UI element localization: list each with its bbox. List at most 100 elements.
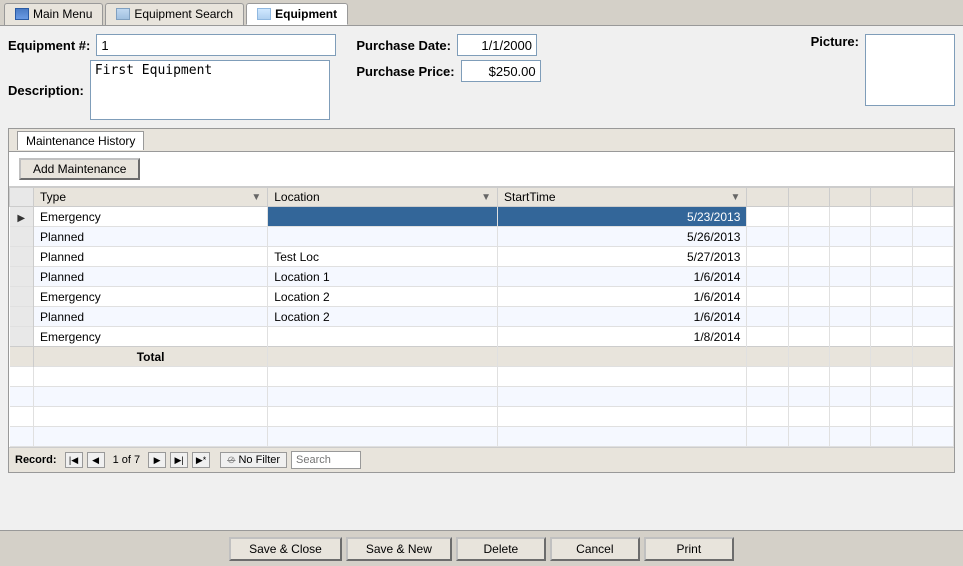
cell-extra (912, 267, 953, 287)
cell-starttime: 5/27/2013 (497, 247, 746, 267)
row-selector (10, 207, 34, 227)
total-extra (268, 347, 498, 367)
cell-type: Planned (34, 307, 268, 327)
type-sort-icon: ▼ (251, 192, 261, 203)
search-input[interactable] (291, 451, 361, 469)
nav-new-button[interactable]: ▶* (192, 452, 210, 468)
cell-type: Emergency (34, 327, 268, 347)
cell-extra (830, 207, 871, 227)
nav-first-button[interactable]: |◀ (65, 452, 83, 468)
delete-button[interactable]: Delete (456, 537, 546, 561)
row-selector (10, 267, 34, 287)
cell-location (268, 327, 498, 347)
col-extra-3 (830, 188, 871, 207)
cell-extra (912, 327, 953, 347)
tab-equipment[interactable]: Equipment (246, 3, 348, 25)
table-row[interactable]: PlannedLocation 11/6/2014 (10, 267, 954, 287)
col-starttime-header[interactable]: StartTime ▼ (497, 188, 746, 207)
equipment-num-input[interactable] (96, 34, 336, 56)
location-sort-icon: ▼ (481, 192, 491, 203)
no-filter-button[interactable]: ⊘ No Filter (220, 452, 287, 468)
table-row[interactable]: Emergency1/8/2014 (10, 327, 954, 347)
cell-type: Planned (34, 227, 268, 247)
cell-extra (747, 247, 788, 267)
table-row[interactable]: PlannedTest Loc5/27/2013 (10, 247, 954, 267)
middle-fields: Purchase Date: Purchase Price: (356, 34, 540, 86)
bottom-bar: Save & Close Save & New Delete Cancel Pr… (0, 530, 963, 566)
cell-extra (871, 287, 912, 307)
tab-main-menu[interactable]: Main Menu (4, 3, 103, 25)
cell-starttime: 1/6/2014 (497, 267, 746, 287)
cell-type: Emergency (34, 207, 268, 227)
col-extra-5 (912, 188, 953, 207)
description-input[interactable]: First Equipment (90, 60, 330, 120)
cell-extra (788, 247, 829, 267)
cell-location: Location 1 (268, 267, 498, 287)
cell-extra (912, 227, 953, 247)
cell-extra (747, 307, 788, 327)
cell-extra (788, 287, 829, 307)
col-location-header[interactable]: Location ▼ (268, 188, 498, 207)
total-extra (912, 347, 953, 367)
tab-equipment-search[interactable]: Equipment Search (105, 3, 244, 25)
cell-type: Emergency (34, 287, 268, 307)
purchase-date-row: Purchase Date: (356, 34, 540, 56)
col-selector-header (10, 188, 34, 207)
table-row[interactable]: Emergency5/23/2013 (10, 207, 954, 227)
panel-content: Add Maintenance Type ▼ (9, 152, 954, 472)
tab-bar: Main Menu Equipment Search Equipment (0, 0, 963, 26)
print-button[interactable]: Print (644, 537, 734, 561)
nav-prev-button[interactable]: ◀ (87, 452, 105, 468)
cancel-button[interactable]: Cancel (550, 537, 640, 561)
cell-extra (788, 307, 829, 327)
picture-section: Picture: (811, 34, 955, 106)
save-close-button[interactable]: Save & Close (229, 537, 342, 561)
cell-extra (788, 327, 829, 347)
cell-starttime: 1/6/2014 (497, 307, 746, 327)
col-type-header[interactable]: Type ▼ (34, 188, 268, 207)
picture-box (865, 34, 955, 106)
table-row[interactable]: Planned5/26/2013 (10, 227, 954, 247)
nav-last-button[interactable]: ▶| (170, 452, 188, 468)
table-row[interactable]: PlannedLocation 21/6/2014 (10, 307, 954, 327)
cell-extra (747, 207, 788, 227)
form-fields: Equipment #: Description: First Equipmen… (8, 34, 955, 124)
tab-equipment-label: Equipment (275, 7, 337, 21)
nav-next-button[interactable]: ▶ (148, 452, 166, 468)
record-info: 1 of 7 (113, 454, 141, 466)
maintenance-table-wrapper: Type ▼ Location ▼ (9, 186, 954, 447)
maintenance-tab-panel: Maintenance History Add Maintenance Type (8, 128, 955, 473)
save-new-button[interactable]: Save & New (346, 537, 452, 561)
cell-extra (830, 227, 871, 247)
cell-extra (830, 267, 871, 287)
cell-extra (788, 207, 829, 227)
add-maintenance-row: Add Maintenance (9, 152, 954, 186)
equipment-num-label: Equipment #: (8, 38, 90, 53)
tab-panel-header: Maintenance History (9, 129, 954, 152)
cell-location: Test Loc (268, 247, 498, 267)
row-selector (10, 247, 34, 267)
row-selector (10, 227, 34, 247)
cell-extra (830, 287, 871, 307)
col-extra-2 (788, 188, 829, 207)
add-maintenance-button[interactable]: Add Maintenance (19, 158, 140, 180)
equipment-icon (257, 8, 271, 20)
maintenance-tab-title[interactable]: Maintenance History (17, 131, 144, 150)
row-selector (10, 327, 34, 347)
purchase-price-input[interactable] (461, 60, 541, 82)
cell-extra (747, 327, 788, 347)
cell-extra (830, 327, 871, 347)
record-nav-label: Record: (15, 454, 57, 466)
purchase-date-input[interactable] (457, 34, 537, 56)
description-label: Description: (8, 83, 84, 98)
total-extra (830, 347, 871, 367)
total-extra (871, 347, 912, 367)
cell-extra (830, 307, 871, 327)
purchase-price-row: Purchase Price: (356, 60, 540, 82)
row-selector (10, 307, 34, 327)
cell-extra (871, 247, 912, 267)
empty-row (10, 407, 954, 427)
cell-location (268, 227, 498, 247)
table-row[interactable]: EmergencyLocation 21/6/2014 (10, 287, 954, 307)
total-label: Total (34, 347, 268, 367)
